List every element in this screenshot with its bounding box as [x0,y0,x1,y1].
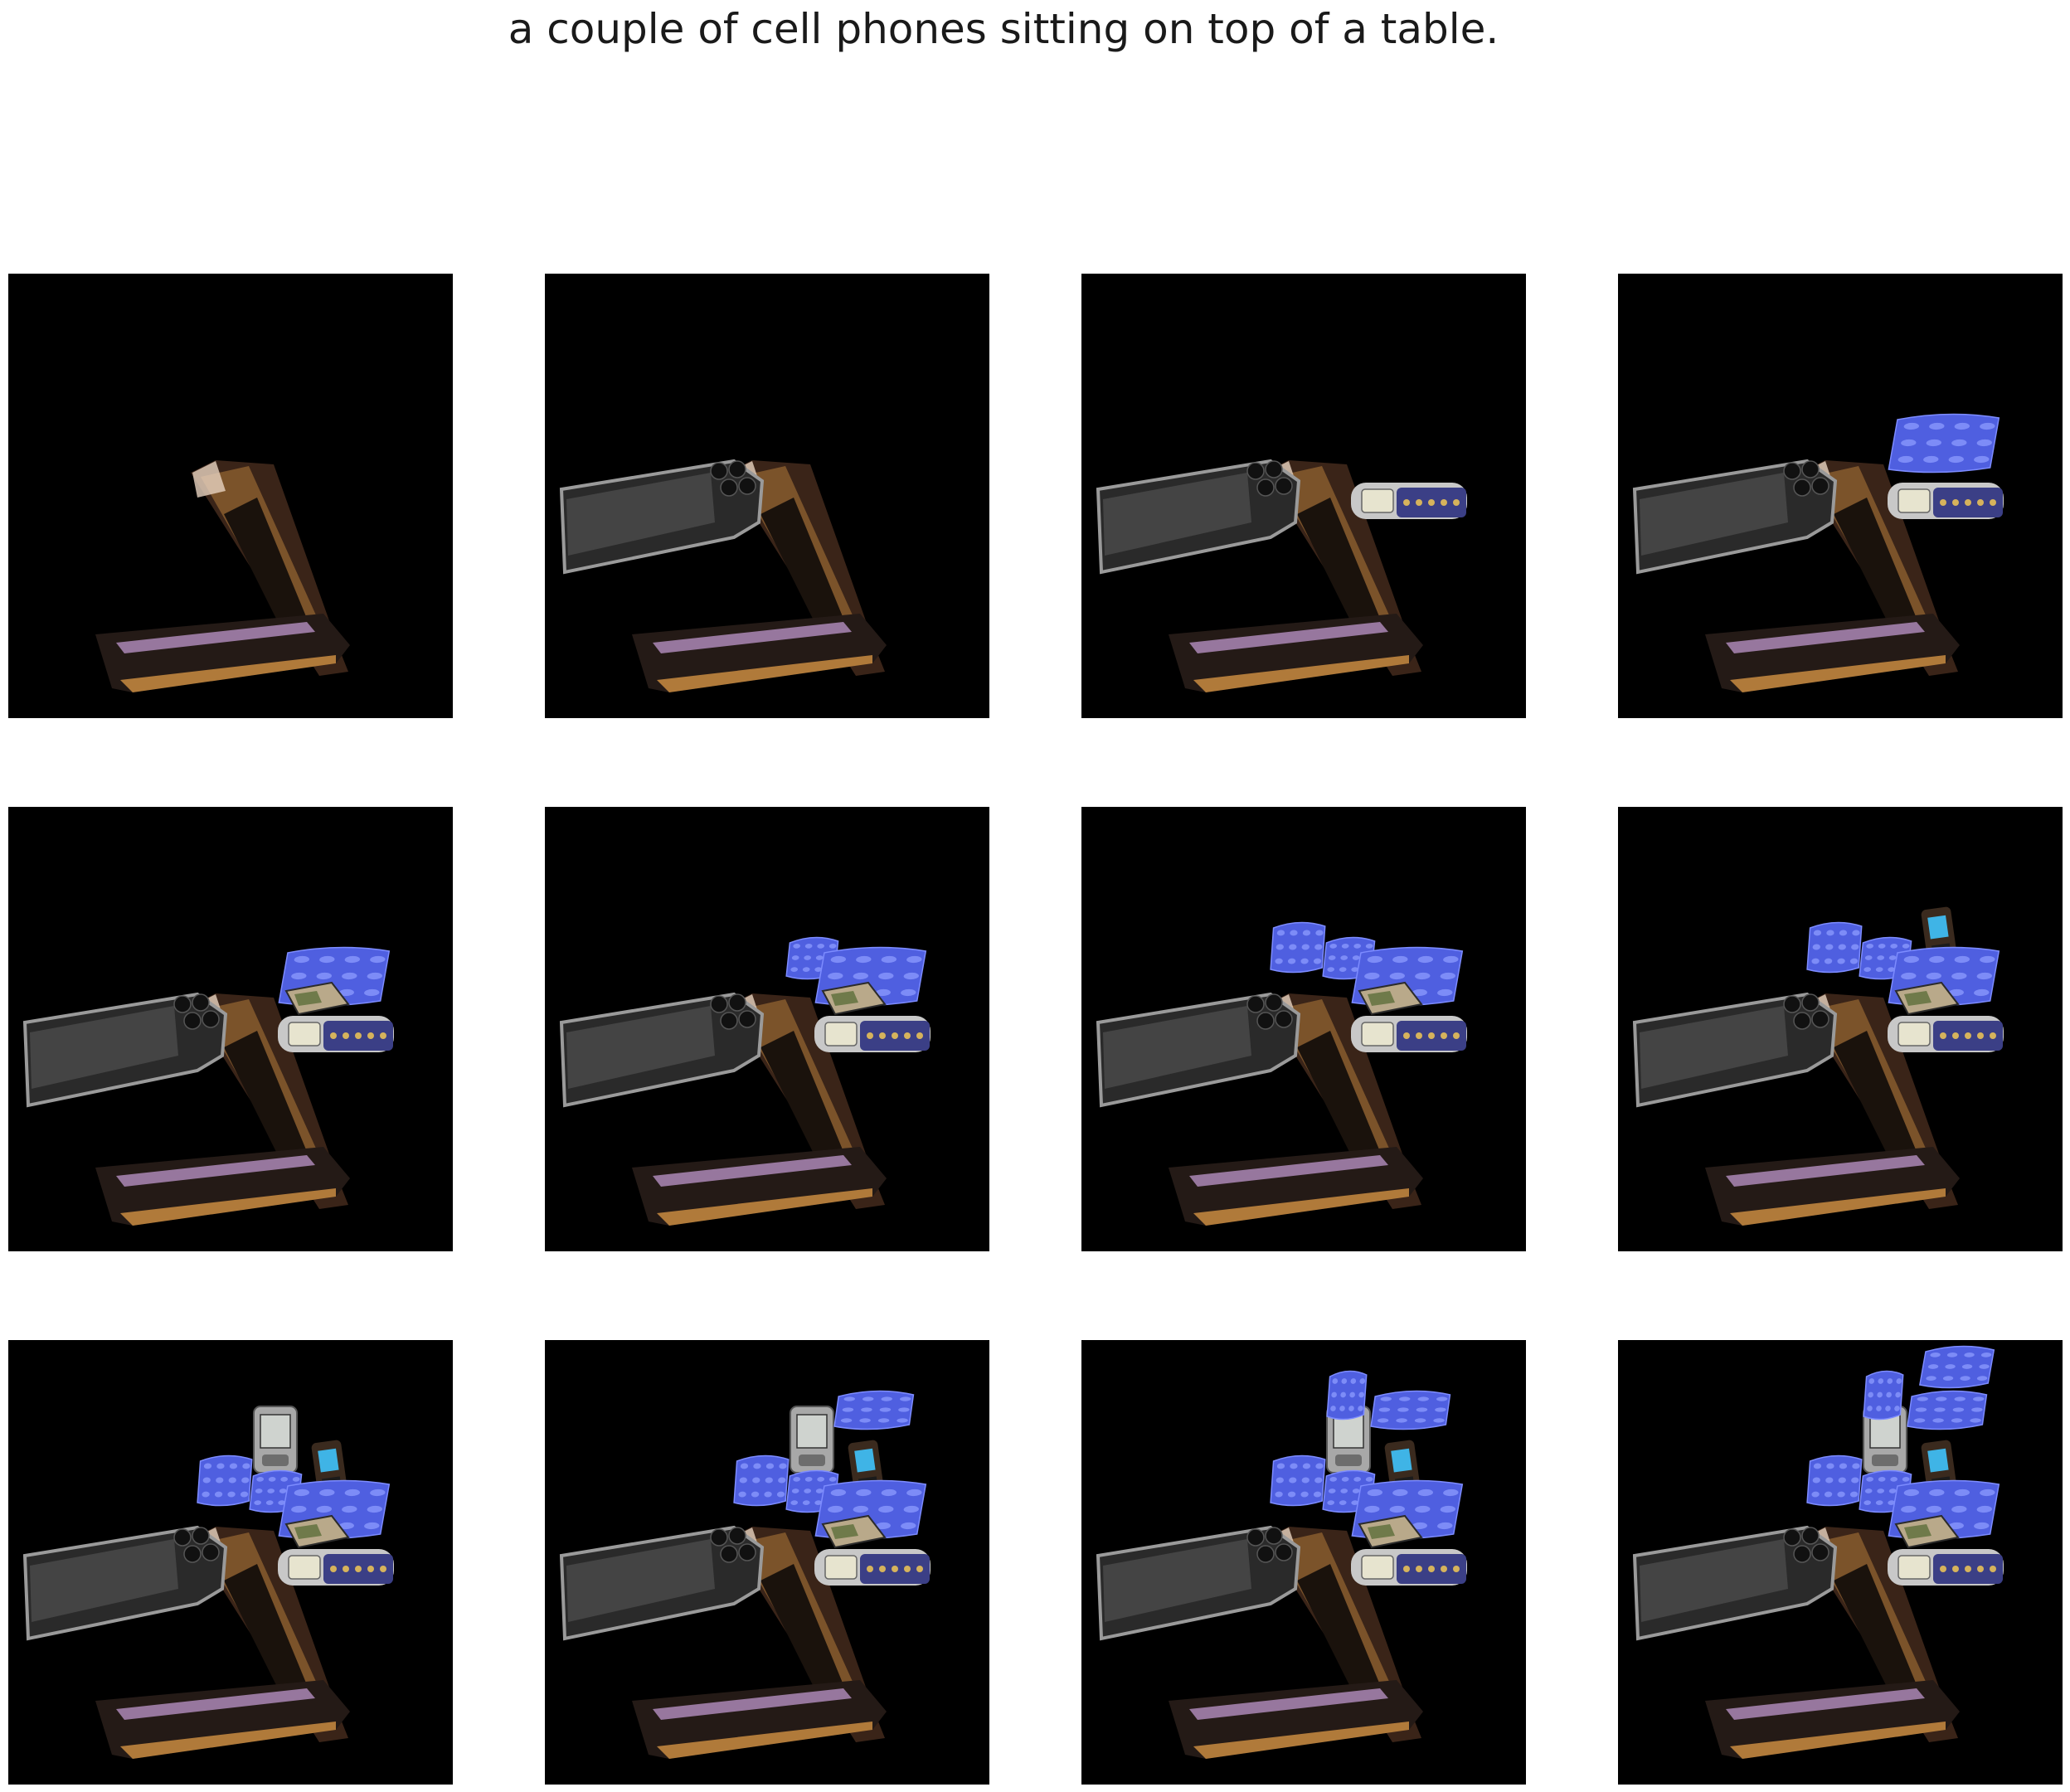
image-panel-2 [545,274,989,718]
image-panel-3 [1081,274,1526,718]
image-panel-7 [1081,807,1526,1251]
panel-image [8,807,453,1251]
candybar-phone [278,1016,394,1052]
keypad-c [197,1454,253,1507]
keypad-c [733,1454,790,1507]
image-panel-5 [8,807,453,1251]
candybar-phone [1888,1549,2004,1586]
candybar-phone [1351,1016,1467,1052]
pda [253,1406,298,1474]
panel-image [8,274,453,718]
image-panel-4 [1618,274,2063,718]
candybar-phone [814,1016,931,1052]
candybar-phone [278,1549,394,1586]
image-panel-12 [1618,1340,2063,1785]
keypad-a [1888,413,2000,473]
candybar-phone [1351,1549,1467,1586]
image-panel-6 [545,807,989,1251]
keypad-e [1863,1370,1904,1420]
figure-caption: a couple of cell phones sitting on top o… [508,5,1499,53]
panel-image [1618,807,2063,1251]
image-panel-1 [8,274,453,718]
keypad-d [1907,1390,1988,1430]
keypad-d [1370,1390,1451,1430]
panel-image [8,1340,453,1785]
keypad-f [1919,1345,1995,1389]
candybar-phone [1888,483,2004,519]
keypad-c [1806,921,1863,974]
candybar-phone [1351,483,1467,519]
image-panel-10 [545,1340,989,1785]
panel-image [1618,1340,2063,1785]
panel-image [545,274,989,718]
candybar-phone [814,1549,931,1586]
panel-image [1618,274,2063,718]
panel-image [1081,1340,1526,1785]
panel-image [545,1340,989,1785]
image-panel-9 [8,1340,453,1785]
keypad-c [1270,921,1326,974]
panel-image [1081,807,1526,1251]
panel-image [1081,274,1526,718]
image-panel-8 [1618,807,2063,1251]
keypad-c [1806,1454,1863,1507]
keypad-c [1270,1454,1326,1507]
panel-image [545,807,989,1251]
pda [790,1406,834,1474]
image-panel-11 [1081,1340,1526,1785]
keypad-d [833,1390,915,1430]
keypad-e [1326,1370,1368,1420]
candybar-phone [1888,1016,2004,1052]
